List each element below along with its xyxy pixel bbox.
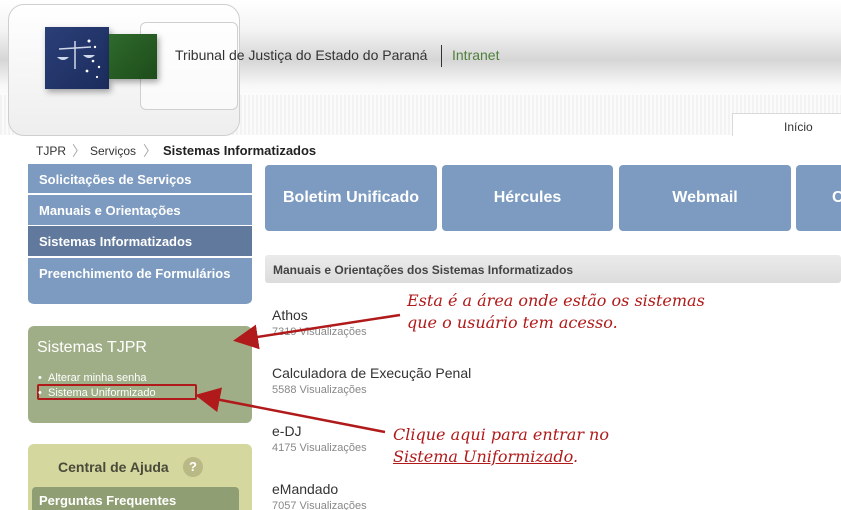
nav-inicio-link[interactable]: Início bbox=[732, 113, 841, 136]
breadcrumb: TJPR 〉 Serviços 〉 Sistemas Informatizado… bbox=[28, 136, 841, 162]
doc-title-calculadora[interactable]: Calculadora de Execução Penal bbox=[272, 365, 471, 381]
sistemas-tjpr-panel: Sistemas TJPR Alterar minha senha Sistem… bbox=[28, 326, 252, 423]
doc-title-athos[interactable]: Athos bbox=[272, 307, 308, 323]
intranet-label: Intranet bbox=[452, 47, 500, 63]
sidebar-item-sistemas[interactable]: Sistemas Informatizados bbox=[28, 226, 252, 257]
doc-title-edj[interactable]: e-DJ bbox=[272, 423, 302, 439]
org-name: Tribunal de Justiça do Estado do Paraná bbox=[175, 47, 428, 63]
doc-views: 5588 Visualizações bbox=[272, 384, 367, 396]
annotation-note-prefix: Clique aqui para entrar no bbox=[393, 425, 609, 444]
chevron-right-icon: 〉 bbox=[143, 143, 157, 159]
header-separator bbox=[441, 45, 442, 67]
scales-of-justice-icon bbox=[57, 39, 101, 79]
breadcrumb-current: Sistemas Informatizados bbox=[163, 143, 317, 158]
tile-boletim-unificado[interactable]: Boletim Unificado bbox=[265, 165, 437, 231]
annotation-note-link: Sistema Uniformizado bbox=[393, 447, 573, 466]
tile-partial[interactable]: C bbox=[796, 165, 841, 231]
alterar-senha-link[interactable]: Alterar minha senha bbox=[38, 372, 146, 384]
chevron-right-icon: 〉 bbox=[72, 143, 86, 159]
perguntas-frequentes-link[interactable]: Perguntas Frequentes bbox=[32, 487, 239, 510]
tjpr-logo-green-block bbox=[109, 34, 157, 79]
sistema-uniformizado-link[interactable]: Sistema Uniformizado bbox=[38, 387, 156, 399]
help-icon[interactable]: ? bbox=[183, 457, 203, 477]
sidebar-item-formularios[interactable]: Preenchimento de Formulários bbox=[28, 258, 252, 305]
doc-title-emandado[interactable]: eMandado bbox=[272, 481, 338, 497]
sidebar-item-solicitacoes[interactable]: Solicitações de Serviços bbox=[28, 164, 252, 194]
doc-views: 4175 Visualizações bbox=[272, 442, 367, 454]
doc-views: 7057 Visualizações bbox=[272, 500, 367, 510]
tile-hercules[interactable]: Hércules bbox=[442, 165, 613, 231]
left-sidebar: Solicitações de Serviços Manuais e Orien… bbox=[28, 162, 252, 510]
tjpr-logo-emblem[interactable] bbox=[45, 27, 109, 89]
central-ajuda-title: Central de Ajuda bbox=[58, 459, 169, 475]
annotation-note-suffix: . bbox=[572, 447, 579, 466]
annotation-note-click: Clique aqui para entrar no Sistema Unifo… bbox=[393, 424, 713, 468]
breadcrumb-tjpr[interactable]: TJPR bbox=[36, 144, 66, 158]
sidebar-item-manuais[interactable]: Manuais e Orientações bbox=[28, 195, 252, 226]
sistemas-tjpr-title: Sistemas TJPR bbox=[37, 339, 147, 356]
section-header: Manuais e Orientações dos Sistemas Infor… bbox=[265, 255, 841, 283]
doc-views: 7319 Visualizações bbox=[272, 326, 367, 338]
annotation-note-area: Esta é a área onde estão os sistemas que… bbox=[407, 291, 705, 332]
tile-webmail[interactable]: Webmail bbox=[619, 165, 791, 231]
breadcrumb-servicos[interactable]: Serviços bbox=[90, 144, 136, 158]
central-ajuda-panel: Central de Ajuda ? Perguntas Frequentes bbox=[28, 444, 252, 510]
